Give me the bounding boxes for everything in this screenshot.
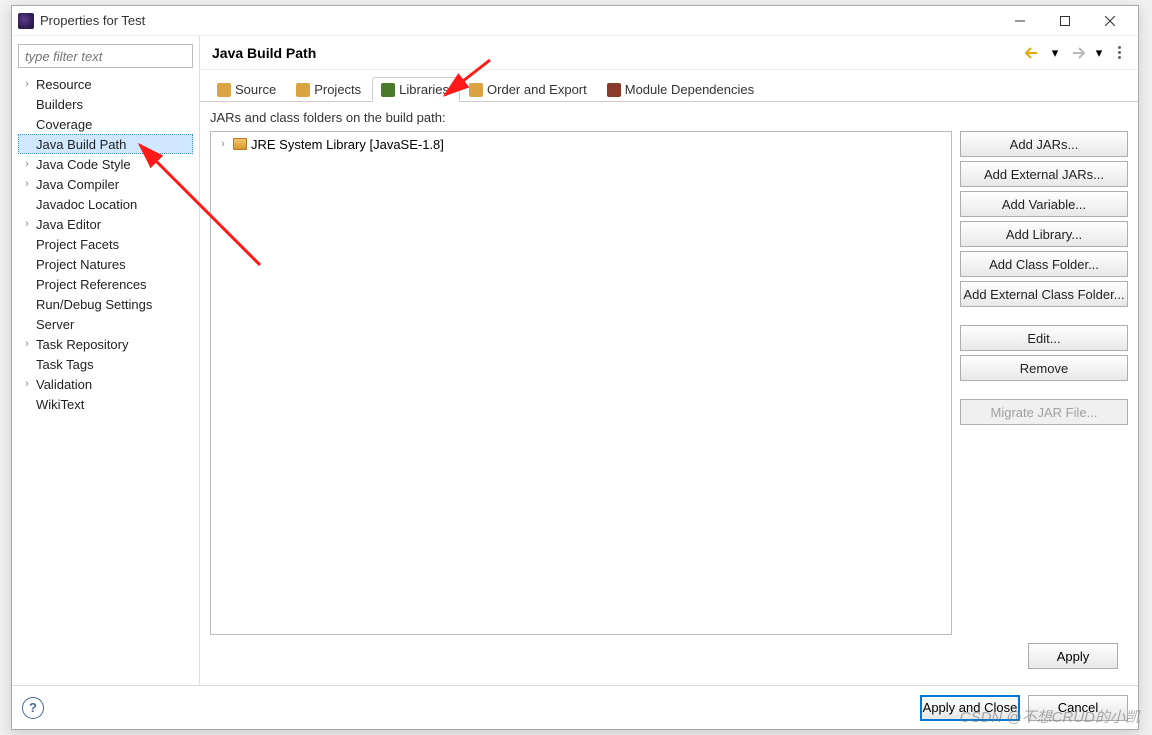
eclipse-icon — [18, 13, 34, 29]
titlebar: Properties for Test — [12, 6, 1138, 36]
tree-item-coverage[interactable]: Coverage — [18, 114, 193, 134]
tree-item-java-compiler[interactable]: › Java Compiler — [18, 174, 193, 194]
module-icon — [607, 83, 621, 97]
tree-item-label: Java Compiler — [36, 177, 119, 192]
tree-item-task-repository[interactable]: › Task Repository — [18, 334, 193, 354]
projects-icon — [296, 83, 310, 97]
tree-item-label: Server — [36, 317, 74, 332]
tree-item-resource[interactable]: › Resource — [18, 74, 193, 94]
remove-button[interactable]: Remove — [960, 355, 1128, 381]
tree-item-validation[interactable]: › Validation — [18, 374, 193, 394]
button-column: Add JARs... Add External JARs... Add Var… — [960, 131, 1128, 635]
properties-dialog: Properties for Test › Resource Builders Cov… — [11, 5, 1139, 730]
tree-item-label: Java Build Path — [36, 137, 126, 152]
tree-item-label: Project Facets — [36, 237, 119, 252]
add-external-jars-button[interactable]: Add External JARs... — [960, 161, 1128, 187]
tab-projects[interactable]: Projects — [287, 77, 372, 102]
sidebar: › Resource Builders Coverage Java Build Path… — [12, 36, 200, 685]
tree-item-label: Task Tags — [36, 357, 94, 372]
close-button[interactable] — [1087, 7, 1132, 35]
tab-libraries[interactable]: Libraries — [372, 77, 460, 102]
tab-source[interactable]: Source — [208, 77, 287, 102]
description-label: JARs and class folders on the build path… — [210, 110, 1128, 125]
expand-icon[interactable]: › — [217, 138, 229, 150]
add-class-folder-button[interactable]: Add Class Folder... — [960, 251, 1128, 277]
tab-label: Libraries — [399, 82, 449, 97]
tree-item-project-facets[interactable]: Project Facets — [18, 234, 193, 254]
menu-icon[interactable] — [1112, 44, 1126, 62]
tree-item-java-build-path[interactable]: Java Build Path — [18, 134, 193, 154]
tree-item-label: Java Editor — [36, 217, 101, 232]
tree-item-label: WikiText — [36, 397, 84, 412]
back-icon[interactable] — [1024, 44, 1042, 62]
libraries-icon — [381, 83, 395, 97]
tab-label: Order and Export — [487, 82, 587, 97]
tab-module-dependencies[interactable]: Module Dependencies — [598, 77, 765, 102]
tree-item-label: Validation — [36, 377, 92, 392]
tab-label: Projects — [314, 82, 361, 97]
tab-bar: Source Projects Libraries Order and Export M… — [200, 70, 1138, 102]
minimize-button[interactable] — [997, 7, 1042, 35]
library-label: JRE System Library [JavaSE-1.8] — [251, 137, 444, 152]
tree-item-java-editor[interactable]: › Java Editor — [18, 214, 193, 234]
expand-icon[interactable]: › — [22, 158, 32, 170]
expand-icon[interactable]: › — [22, 178, 32, 190]
tree-item-server[interactable]: Server — [18, 314, 193, 334]
tree-item-label: Project References — [36, 277, 147, 292]
tree-item-label: Run/Debug Settings — [36, 297, 152, 312]
filter-input[interactable] — [18, 44, 193, 68]
edit-button[interactable]: Edit... — [960, 325, 1128, 351]
order-icon — [469, 83, 483, 97]
add-variable-button[interactable]: Add Variable... — [960, 191, 1128, 217]
tree-item-project-references[interactable]: Project References — [18, 274, 193, 294]
watermark: CSDN @不想CRUD的小凯 — [960, 706, 1140, 727]
page-title: Java Build Path — [212, 45, 1020, 61]
tree-item-label: Resource — [36, 77, 92, 92]
expand-icon[interactable]: › — [22, 378, 32, 390]
tree-item-run-debug-settings[interactable]: Run/Debug Settings — [18, 294, 193, 314]
page-header: Java Build Path ▾ ▾ — [200, 36, 1138, 70]
tree-item-builders[interactable]: Builders — [18, 94, 193, 114]
add-jars-button[interactable]: Add JARs... — [960, 131, 1128, 157]
help-icon[interactable]: ? — [22, 697, 44, 719]
tab-label: Module Dependencies — [625, 82, 754, 97]
add-external-class-folder-button[interactable]: Add External Class Folder... — [960, 281, 1128, 307]
libraries-list[interactable]: › JRE System Library [JavaSE-1.8] — [210, 131, 952, 635]
forward-icon[interactable] — [1068, 44, 1086, 62]
tree-item-task-tags[interactable]: Task Tags — [18, 354, 193, 374]
tree-item-label: Project Natures — [36, 257, 126, 272]
expand-icon[interactable]: › — [22, 78, 32, 90]
migrate-jar-button[interactable]: Migrate JAR File... — [960, 399, 1128, 425]
forward-dropdown-icon[interactable]: ▾ — [1090, 44, 1108, 62]
tree-item-label: Coverage — [36, 117, 92, 132]
main-panel: Java Build Path ▾ ▾ Source Projects Librar… — [200, 36, 1138, 685]
tab-order-and-export[interactable]: Order and Export — [460, 77, 598, 102]
tab-label: Source — [235, 82, 276, 97]
source-icon — [217, 83, 231, 97]
tree-item-label: Task Repository — [36, 337, 128, 352]
expand-icon[interactable]: › — [22, 218, 32, 230]
tree-item-wikitext[interactable]: WikiText — [18, 394, 193, 414]
tree-item-javadoc-location[interactable]: Javadoc Location — [18, 194, 193, 214]
tree-item-java-code-style[interactable]: › Java Code Style — [18, 154, 193, 174]
window-title: Properties for Test — [40, 13, 145, 28]
maximize-button[interactable] — [1042, 7, 1087, 35]
add-library-button[interactable]: Add Library... — [960, 221, 1128, 247]
library-icon — [233, 138, 247, 150]
category-tree[interactable]: › Resource Builders Coverage Java Build Path… — [18, 74, 193, 677]
expand-icon[interactable]: › — [22, 338, 32, 350]
tree-item-label: Builders — [36, 97, 83, 112]
tree-item-project-natures[interactable]: Project Natures — [18, 254, 193, 274]
tree-item-label: Java Code Style — [36, 157, 131, 172]
apply-button[interactable]: Apply — [1028, 643, 1118, 669]
library-item[interactable]: › JRE System Library [JavaSE-1.8] — [213, 134, 949, 154]
tree-item-label: Javadoc Location — [36, 197, 137, 212]
back-dropdown-icon[interactable]: ▾ — [1046, 44, 1064, 62]
